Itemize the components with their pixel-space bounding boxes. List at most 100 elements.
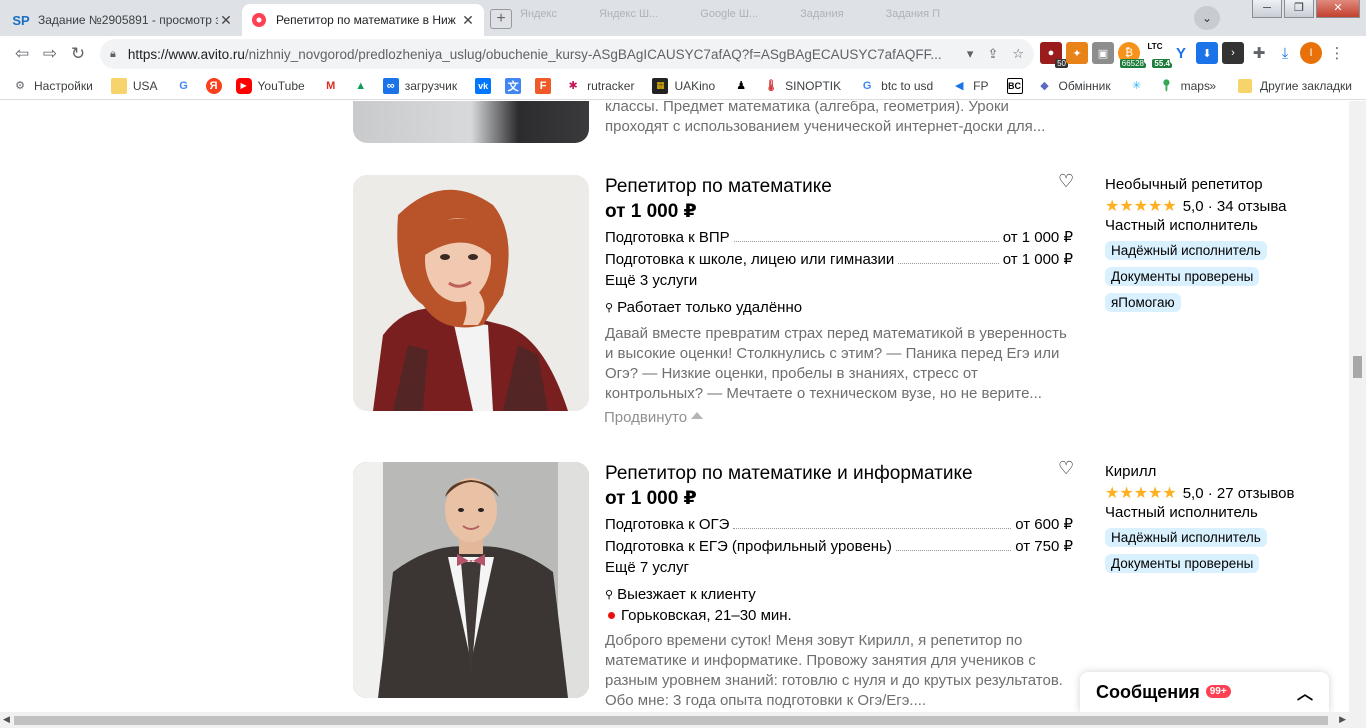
infinity-icon: ∞ xyxy=(382,77,399,94)
tab-title[interactable]: Яндекс xyxy=(520,8,557,20)
drive-icon: ▲ xyxy=(355,79,367,92)
other-bookmarks[interactable]: Другие закладки xyxy=(1260,79,1352,93)
ltc-icon[interactable]: LTC 55.4 xyxy=(1144,42,1172,68)
y-icon[interactable]: Y xyxy=(1170,42,1192,64)
lock-icon[interactable]: 🔒︎ xyxy=(110,48,116,61)
seller-name[interactable]: Кирилл xyxy=(1105,463,1156,480)
tab-title: Репетитор по математике в Ниж xyxy=(276,13,456,27)
address-bar[interactable]: 🔒︎ https://www.avito.ru/nizhniy_novgorod… xyxy=(100,39,1034,69)
new-tab-button[interactable]: + xyxy=(490,9,512,29)
restore-icon[interactable]: ❐ xyxy=(1284,0,1314,18)
bookmark-fp[interactable]: ◀ FP xyxy=(951,78,989,94)
tab-title[interactable]: Яндекс Ш... xyxy=(599,8,658,20)
promoted-label: Продвинуто xyxy=(604,409,704,426)
bookmark-yandex[interactable]: Я xyxy=(205,77,228,94)
listing-title[interactable]: Репетитор по математике и информатике xyxy=(605,463,973,485)
horizontal-scrollbar[interactable]: ◀ ▶ xyxy=(0,712,1366,728)
maps-icon: 📍︎ xyxy=(1159,80,1174,92)
download-icon[interactable]: ⬇ xyxy=(1196,42,1218,64)
listing-photo[interactable] xyxy=(353,175,589,411)
service-row: Подготовка к ВПР от 1 000 ₽ xyxy=(605,229,1073,246)
tab-title[interactable]: Задания П xyxy=(886,8,940,20)
btc-icon[interactable]: ₿ 66528 xyxy=(1118,42,1146,68)
bookmark-uakino[interactable]: ▦ UAKino xyxy=(652,77,715,94)
tab-task[interactable]: SP Задание №2905891 - просмотр з ✕ xyxy=(4,4,242,36)
bookmark-google[interactable]: G xyxy=(176,78,198,94)
bookmark-btc-to-usd[interactable]: Gbtc to usd xyxy=(859,78,933,94)
minimize-icon[interactable]: ─ xyxy=(1252,0,1282,18)
bookmark-rutracker[interactable]: ✱ rutracker xyxy=(565,78,634,94)
bookmark-vk[interactable]: vk xyxy=(475,77,497,94)
briefcase-icon[interactable]: ▣ xyxy=(1092,42,1114,64)
download-arrow-icon[interactable]: ⤓ xyxy=(1274,42,1296,64)
forward-arrow-icon[interactable]: ⇨ xyxy=(36,40,64,68)
reviews-link[interactable]: 27 отзывов xyxy=(1217,485,1295,502)
brave-icon[interactable]: ✦ xyxy=(1066,42,1088,64)
messages-label: Сообщения xyxy=(1096,681,1200,702)
profile-icon[interactable]: I xyxy=(1300,42,1322,64)
scroll-thumb[interactable] xyxy=(14,716,1328,725)
reviews-link[interactable]: 34 отзыва xyxy=(1217,198,1287,215)
listing-photo[interactable] xyxy=(353,462,589,698)
tab-strip: SP Задание №2905891 - просмотр з ✕ Репет… xyxy=(0,0,1366,36)
share-icon[interactable]: ⇪ xyxy=(987,46,998,62)
tutor-photo-man xyxy=(353,462,589,698)
bookmark-settings[interactable]: ⚙ Настройки xyxy=(12,78,93,94)
service-row: Подготовка к ЕГЭ (профильный уровень) от … xyxy=(605,538,1073,555)
tab-title[interactable]: Google Ш... xyxy=(700,8,758,20)
bookmark-person[interactable]: ♟ xyxy=(733,78,755,94)
vertical-scrollbar[interactable] xyxy=(1349,101,1366,712)
listing-description: классы. Предмет математика (алгебра, гео… xyxy=(605,101,1046,135)
window-close-icon[interactable]: ✕ xyxy=(1316,0,1360,18)
listing-title[interactable]: Репетитор по математике xyxy=(605,176,832,198)
reload-icon[interactable]: ↻ xyxy=(64,40,92,68)
star-icon[interactable]: ☆ xyxy=(1012,46,1024,62)
url-text[interactable]: https://www.avito.ru/nizhniy_novgorod/pr… xyxy=(128,47,953,62)
terminal-icon[interactable]: › xyxy=(1222,42,1244,64)
close-icon[interactable]: ✕ xyxy=(218,12,234,29)
back-arrow-icon[interactable]: ⇦ xyxy=(8,40,36,68)
listing-photo[interactable] xyxy=(353,101,589,143)
bookmark-exchanger[interactable]: ◆ Обмінник xyxy=(1037,78,1110,94)
bookmark-f[interactable]: F xyxy=(535,77,557,94)
promoted-arrow-icon xyxy=(691,412,704,419)
puzzle-icon[interactable]: ✚ xyxy=(1248,42,1270,64)
bookmark-sinoptik[interactable]: 🌡︎ SINOPTIK xyxy=(763,78,841,94)
bookmark-snowflake[interactable]: ✳ xyxy=(1129,78,1151,94)
bookmark-drive[interactable]: ▲ xyxy=(353,78,375,94)
messages-widget[interactable]: Сообщения 99+ ︿ xyxy=(1080,672,1329,712)
chevron-up-icon[interactable]: ︿ xyxy=(1297,680,1313,704)
metro-dot-icon xyxy=(608,612,615,619)
lastpass-icon[interactable]: ● 50 xyxy=(1040,42,1068,68)
more-services-link[interactable]: Ещё 7 услуг xyxy=(605,559,689,576)
background-tabs: Яндекс Яндекс Ш... Google Ш... Задания З… xyxy=(520,8,940,20)
bookmark-gmail[interactable]: M xyxy=(323,78,345,94)
seller-name[interactable]: Необычный репетитор xyxy=(1105,176,1263,193)
bookmarks-more-button[interactable]: » xyxy=(1209,79,1216,93)
seller-type: Частный исполнитель xyxy=(1105,504,1258,521)
tab-avito[interactable]: Репетитор по математике в Ниж ✕ xyxy=(242,4,484,36)
badge-documents-verified: Документы проверены xyxy=(1105,267,1260,286)
menu-kebab-icon[interactable]: ⋮ xyxy=(1326,42,1348,64)
bookmark-usa[interactable]: USA xyxy=(110,77,158,94)
seller-type: Частный исполнитель xyxy=(1105,217,1258,234)
close-icon[interactable]: ✕ xyxy=(460,12,476,29)
scroll-left-arrow-icon[interactable]: ◀ xyxy=(3,714,10,725)
bookmark-youtube[interactable]: ▶ YouTube xyxy=(235,77,305,94)
scroll-thumb[interactable] xyxy=(1353,356,1362,378)
more-services-link[interactable]: Ещё 3 услуги xyxy=(605,272,697,289)
gear-icon: ⚙ xyxy=(15,80,25,92)
bookmark-maps[interactable]: 📍︎ maps xyxy=(1159,78,1210,94)
unread-count-badge: 99+ xyxy=(1205,684,1231,698)
tab-title[interactable]: Задания xyxy=(800,8,843,20)
favorite-heart-icon[interactable]: ♡ xyxy=(1058,171,1074,192)
tutor-photo-woman xyxy=(353,175,589,411)
bookmark-bc[interactable]: BC xyxy=(1006,77,1029,94)
bookmark-loader[interactable]: ∞ загрузчик xyxy=(382,77,457,94)
tab-search-chevron-icon[interactable]: ⌄ xyxy=(1194,6,1220,30)
scroll-right-arrow-icon[interactable]: ▶ xyxy=(1339,714,1346,725)
yandex-icon: Я xyxy=(205,77,222,94)
favorite-heart-icon[interactable]: ♡ xyxy=(1058,458,1074,479)
dropdown-triangle-icon[interactable]: ▾ xyxy=(967,46,974,62)
bookmark-translate[interactable]: 文 xyxy=(505,77,527,94)
